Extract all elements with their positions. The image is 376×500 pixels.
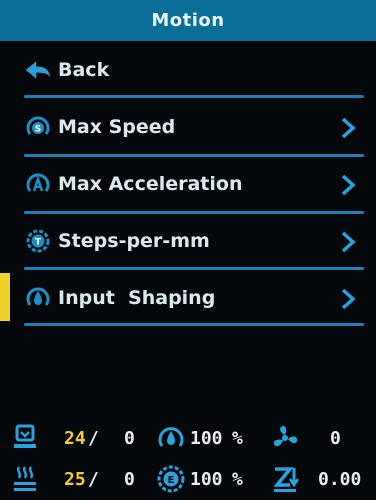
title-bar: Motion	[0, 0, 376, 41]
menu-item-max-acceleration[interactable]: Max Acceleration	[24, 166, 364, 202]
hotend-temp-target: 0	[124, 468, 135, 490]
menu-item-steps-per-mm[interactable]: T Steps-per-mm	[24, 223, 364, 259]
hotend-temp-current: 25	[64, 468, 86, 490]
steps-icon: T	[24, 227, 52, 255]
speed-percent: 100	[190, 427, 223, 449]
fan-icon	[273, 426, 298, 447]
svg-text:S: S	[35, 125, 41, 135]
chevron-right-icon	[341, 174, 356, 196]
hotend-temp-separator: /	[88, 468, 99, 490]
fan-value: 0	[330, 427, 341, 449]
hotend-temp-icon	[14, 466, 36, 491]
z-axis-icon	[273, 467, 300, 492]
selection-indicator	[0, 273, 10, 321]
speed-icon: S	[24, 113, 52, 141]
acceleration-icon	[24, 170, 52, 198]
bed-temp-target: 0	[124, 427, 135, 449]
extrusion-icon: E	[157, 465, 185, 493]
status-row-2: 25 / 0 E 100 % 0.00	[0, 462, 376, 496]
back-button[interactable]: Back	[24, 52, 364, 88]
chevron-right-icon	[341, 288, 356, 310]
menu-item-label: Steps-per-mm	[58, 230, 210, 252]
bed-temp-current: 24	[64, 427, 86, 449]
input-shaping-icon	[24, 284, 52, 312]
svg-text:E: E	[168, 475, 175, 486]
chevron-right-icon	[341, 117, 356, 139]
divider	[24, 95, 364, 98]
menu-item-input-shaping[interactable]: Input Shaping	[24, 280, 364, 316]
page-title: Motion	[151, 10, 225, 31]
extrusion-percent: 100	[190, 468, 223, 490]
printer-screen: Motion Back S Max Speed Max Acceleration…	[0, 0, 376, 500]
bed-temp-icon	[14, 424, 36, 448]
chevron-right-icon	[341, 231, 356, 253]
divider	[24, 154, 364, 157]
speed-status-icon	[158, 427, 184, 447]
back-label: Back	[58, 59, 110, 81]
menu-item-label: Input Shaping	[58, 287, 216, 309]
menu-item-label: Max Speed	[58, 116, 176, 138]
svg-text:T: T	[35, 238, 42, 248]
divider	[24, 267, 364, 270]
menu-item-max-speed[interactable]: S Max Speed	[24, 109, 364, 145]
status-row-1: 24 / 0 100 % 0	[0, 421, 376, 455]
speed-unit: %	[232, 427, 243, 449]
divider	[24, 211, 364, 214]
back-arrow-icon	[24, 56, 52, 84]
divider	[24, 323, 364, 326]
z-value: 0.00	[318, 468, 362, 490]
bed-temp-separator: /	[88, 427, 99, 449]
extrusion-unit: %	[232, 468, 243, 490]
menu-item-label: Max Acceleration	[58, 173, 243, 195]
